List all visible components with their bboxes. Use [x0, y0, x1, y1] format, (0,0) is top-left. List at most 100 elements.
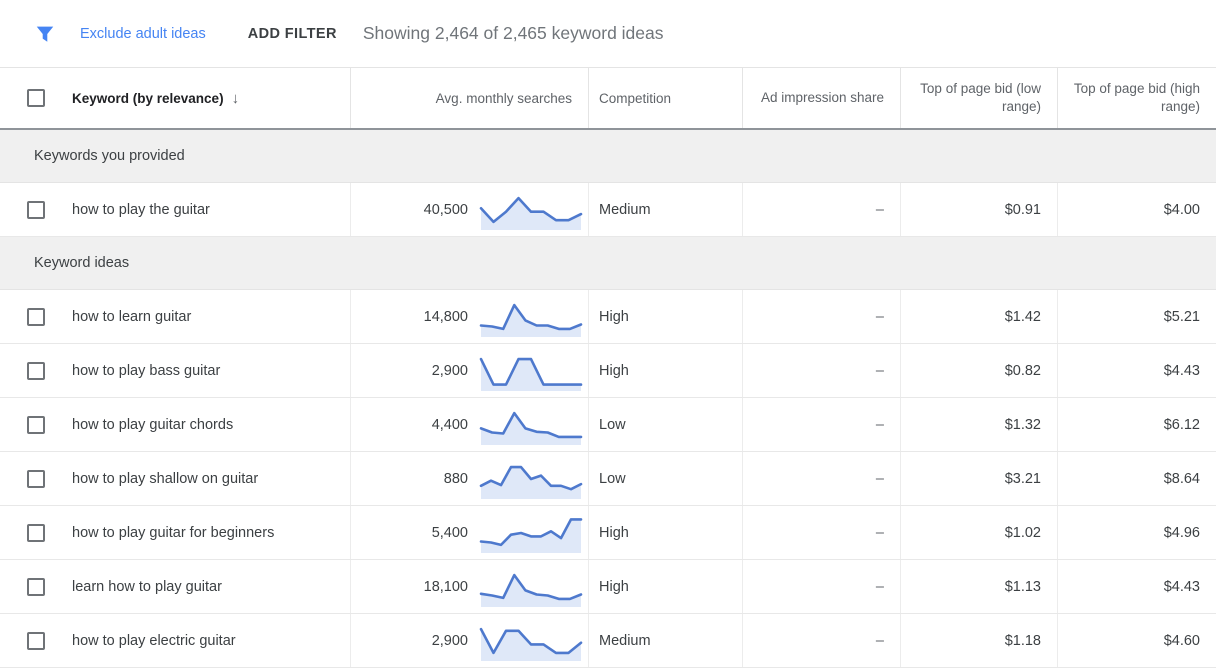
row-checkbox[interactable] [27, 524, 45, 542]
section-label: Keyword ideas [34, 255, 129, 271]
row-checkbox[interactable] [27, 416, 45, 434]
bid-low-value: $1.18 [1005, 633, 1041, 649]
keyword-table-row[interactable]: how to play bass guitar 2,900 High – $0.… [0, 344, 1216, 398]
avg-monthly-searches-cell: 2,900 [350, 344, 588, 397]
avg-monthly-searches-cell: 880 [350, 452, 588, 505]
search-trend-sparkline [478, 350, 584, 392]
bid-low-value: $1.32 [1005, 417, 1041, 433]
keyword-table-row[interactable]: how to learn guitar 14,800 High – $1.42 … [0, 290, 1216, 344]
keyword-text: how to play shallow on guitar [72, 471, 258, 487]
header-keyword[interactable]: Keyword (by relevance) ↓ [72, 68, 350, 128]
competition-value: Low [599, 471, 626, 487]
avg-monthly-searches-cell: 14,800 [350, 290, 588, 343]
bid-high-cell: $8.64 [1057, 452, 1216, 505]
header-top-of-page-bid-low[interactable]: Top of page bid (low range) [900, 68, 1057, 128]
competition-cell: High [588, 290, 742, 343]
competition-value: High [599, 525, 629, 541]
bid-high-value: $4.96 [1164, 525, 1200, 541]
section-label: Keywords you provided [34, 148, 185, 164]
ad-impression-share-value: – [876, 363, 884, 379]
header-avg-monthly-searches[interactable]: Avg. monthly searches [350, 68, 588, 128]
avg-monthly-searches-value: 4,400 [432, 417, 468, 433]
search-trend-sparkline [478, 296, 584, 338]
bid-high-cell: $6.12 [1057, 398, 1216, 451]
competition-cell: Medium [588, 183, 742, 236]
filter-funnel-icon [34, 23, 56, 45]
keyword-table-row[interactable]: how to play the guitar 40,500 Medium – $… [0, 183, 1216, 237]
sort-descending-icon[interactable]: ↓ [232, 90, 240, 107]
keyword-text: how to learn guitar [72, 309, 191, 325]
ad-impression-share-value: – [876, 525, 884, 541]
row-checkbox-cell [0, 183, 72, 236]
keyword-cell: how to play bass guitar [72, 344, 350, 397]
bid-high-value: $6.12 [1164, 417, 1200, 433]
keyword-table-row[interactable]: how to play guitar chords 4,400 Low – $1… [0, 398, 1216, 452]
header-top-of-page-bid-high[interactable]: Top of page bid (high range) [1057, 68, 1216, 128]
bid-high-value: $5.21 [1164, 309, 1200, 325]
bid-low-value: $0.82 [1005, 363, 1041, 379]
ad-impression-share-value: – [876, 579, 884, 595]
keyword-cell: how to play guitar chords [72, 398, 350, 451]
ad-impression-share-value: – [876, 309, 884, 325]
add-filter-button[interactable]: ADD FILTER [248, 26, 337, 42]
avg-monthly-searches-value: 2,900 [432, 363, 468, 379]
row-checkbox-cell [0, 344, 72, 397]
bid-high-value: $8.64 [1164, 471, 1200, 487]
keyword-text: how to play guitar chords [72, 417, 233, 433]
avg-monthly-searches-cell: 18,100 [350, 560, 588, 613]
row-checkbox[interactable] [27, 578, 45, 596]
avg-monthly-searches-cell: 5,400 [350, 506, 588, 559]
bid-high-value: $4.43 [1164, 579, 1200, 595]
keyword-cell: how to play electric guitar [72, 614, 350, 667]
bid-low-cell: $1.32 [900, 398, 1057, 451]
avg-monthly-searches-value: 5,400 [432, 525, 468, 541]
ad-impression-share-value: – [876, 471, 884, 487]
row-checkbox-cell [0, 452, 72, 505]
exclude-adult-ideas-link[interactable]: Exclude adult ideas [80, 26, 206, 42]
ad-impression-share-value: – [876, 417, 884, 433]
keyword-table-row[interactable]: how to play shallow on guitar 880 Low – … [0, 452, 1216, 506]
bid-low-cell: $1.42 [900, 290, 1057, 343]
row-checkbox[interactable] [27, 632, 45, 650]
bid-low-cell: $1.02 [900, 506, 1057, 559]
row-checkbox[interactable] [27, 308, 45, 326]
keyword-text: how to play bass guitar [72, 363, 220, 379]
bid-high-value: $4.60 [1164, 633, 1200, 649]
bid-low-cell: $1.18 [900, 614, 1057, 667]
row-checkbox-cell [0, 560, 72, 613]
keyword-table-row[interactable]: how to play guitar for beginners 5,400 H… [0, 506, 1216, 560]
ad-impression-share-cell: – [742, 290, 900, 343]
competition-value: Low [599, 417, 626, 433]
bid-low-value: $1.13 [1005, 579, 1041, 595]
header-checkbox-cell [0, 68, 72, 128]
avg-monthly-searches-value: 14,800 [424, 309, 468, 325]
header-competition[interactable]: Competition [588, 68, 742, 128]
ad-impression-share-cell: – [742, 614, 900, 667]
search-trend-sparkline [478, 620, 584, 662]
competition-value: High [599, 579, 629, 595]
avg-monthly-searches-value: 2,900 [432, 633, 468, 649]
bid-high-cell: $4.43 [1057, 560, 1216, 613]
keyword-text: how to play guitar for beginners [72, 525, 274, 541]
keyword-table-row[interactable]: learn how to play guitar 18,100 High – $… [0, 560, 1216, 614]
bid-high-cell: $5.21 [1057, 290, 1216, 343]
select-all-checkbox[interactable] [27, 89, 45, 107]
bid-high-cell: $4.00 [1057, 183, 1216, 236]
row-checkbox-cell [0, 506, 72, 559]
bid-high-value: $4.43 [1164, 363, 1200, 379]
ad-impression-share-cell: – [742, 344, 900, 397]
results-count-text: Showing 2,464 of 2,465 keyword ideas [363, 23, 664, 44]
header-ad-impression-share[interactable]: Ad impression share [742, 68, 900, 128]
row-checkbox[interactable] [27, 201, 45, 219]
bid-low-value: $0.91 [1005, 202, 1041, 218]
avg-monthly-searches-value: 880 [444, 471, 468, 487]
keyword-text: how to play the guitar [72, 202, 210, 218]
ad-impression-share-cell: – [742, 398, 900, 451]
search-trend-sparkline [478, 458, 584, 500]
row-checkbox[interactable] [27, 362, 45, 380]
keyword-table-row[interactable]: how to play electric guitar 2,900 Medium… [0, 614, 1216, 668]
bid-low-cell: $1.13 [900, 560, 1057, 613]
bid-high-cell: $4.43 [1057, 344, 1216, 397]
row-checkbox[interactable] [27, 470, 45, 488]
section-header-row: Keywords you provided [0, 130, 1216, 183]
